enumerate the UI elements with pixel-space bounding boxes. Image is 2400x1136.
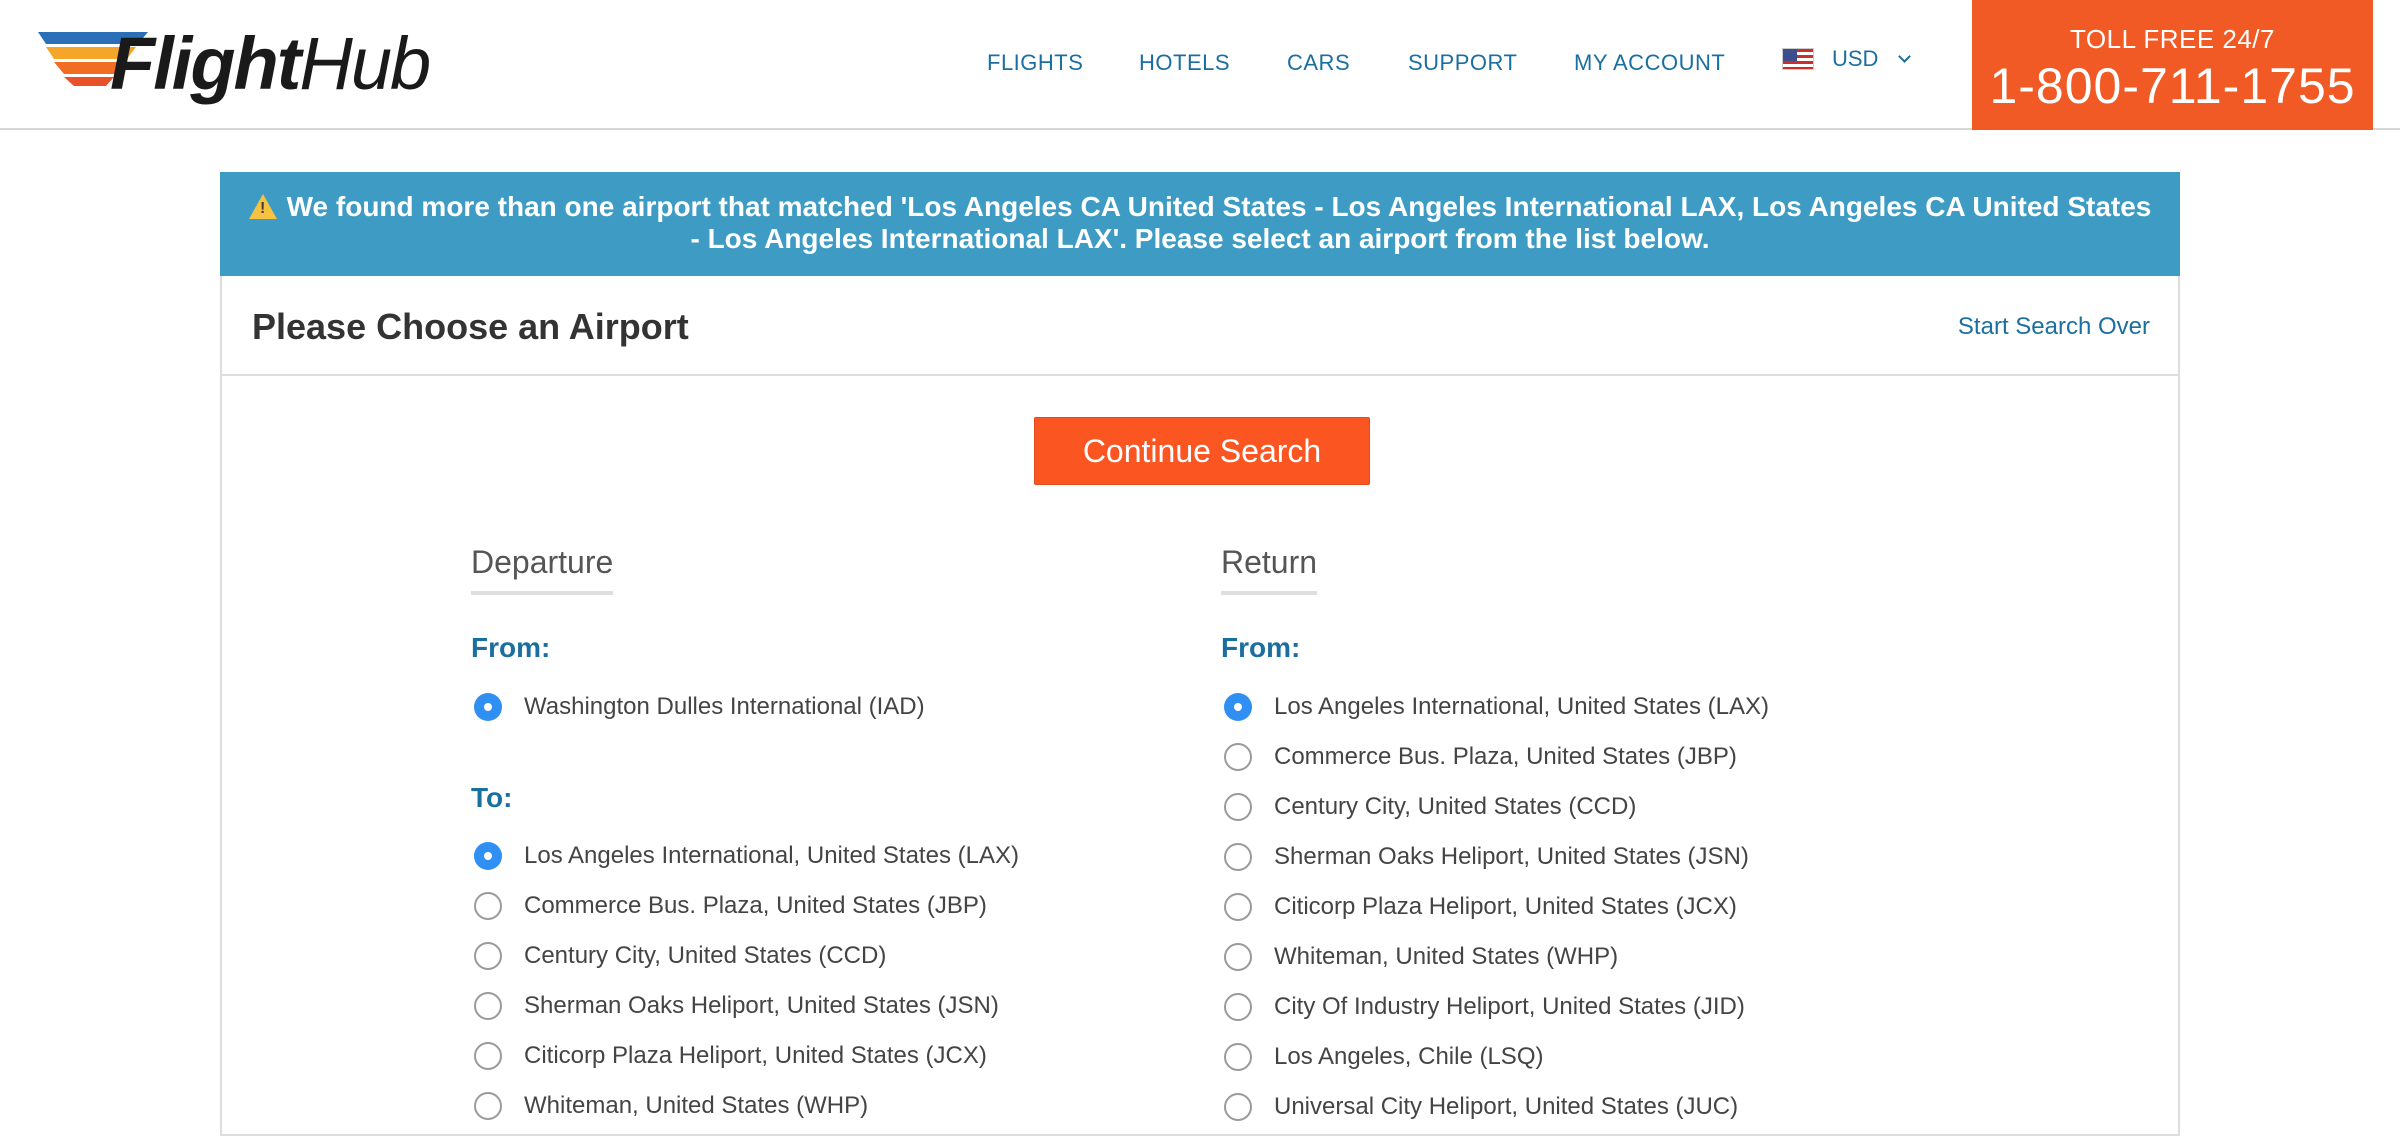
radio-unselected[interactable] xyxy=(1224,843,1252,871)
nav-cars[interactable]: CARS xyxy=(1287,50,1350,76)
return-from-option[interactable]: Whiteman, United States (WHP) xyxy=(1224,943,1618,971)
phone-number: 1-800-711-1755 xyxy=(1989,58,2356,114)
card-header: Please Choose an Airport Start Search Ov… xyxy=(222,276,2178,376)
return-from-option[interactable]: City Of Industry Heliport, United States… xyxy=(1224,993,1745,1021)
departure-to-option[interactable]: Los Angeles International, United States… xyxy=(474,842,1019,870)
departure-to-option[interactable]: Century City, United States (CCD) xyxy=(474,942,886,970)
toll-free-label: TOLL FREE 24/7 xyxy=(2070,24,2275,54)
radio-unselected[interactable] xyxy=(1224,993,1252,1021)
departure-from-option[interactable]: Washington Dulles International (IAD) xyxy=(474,693,925,721)
radio-unselected[interactable] xyxy=(1224,1093,1252,1121)
radio-unselected[interactable] xyxy=(474,1042,502,1070)
radio-unselected[interactable] xyxy=(474,942,502,970)
departure-to-label: To: xyxy=(471,782,513,813)
alert-line-2: - Los Angeles International LAX'. Please… xyxy=(690,223,1710,254)
nav-flights[interactable]: FLIGHTS xyxy=(987,50,1083,76)
start-search-over-link[interactable]: Start Search Over xyxy=(1958,313,2150,341)
radio-unselected[interactable] xyxy=(474,992,502,1020)
return-from-option-label: Universal City Heliport, United States (… xyxy=(1274,1093,1739,1120)
return-heading: Return xyxy=(1221,544,1318,595)
us-flag-icon xyxy=(1782,48,1814,70)
toll-free-phone-box[interactable]: TOLL FREE 24/7 1-800-711-1755 xyxy=(1972,0,2373,130)
departure-from-label: From: xyxy=(471,632,551,663)
return-from-option-label: Los Angeles, Chile (LSQ) xyxy=(1274,1043,1544,1070)
departure-from-option-label: Washington Dulles International (IAD) xyxy=(524,693,925,720)
return-from-option[interactable]: Century City, United States (CCD) xyxy=(1224,793,1636,821)
nav-my-account[interactable]: MY ACCOUNT xyxy=(1574,50,1725,76)
departure-to-option-label: Los Angeles International, United States… xyxy=(524,842,1019,869)
departure-to-option-label: Century City, United States (CCD) xyxy=(524,942,887,969)
return-from-option[interactable]: Los Angeles, Chile (LSQ) xyxy=(1224,1043,1543,1071)
radio-unselected[interactable] xyxy=(474,1092,502,1120)
radio-unselected[interactable] xyxy=(1224,943,1252,971)
return-from-option-label: Los Angeles International, United States… xyxy=(1274,693,1769,720)
alert-line-1: ! We found more than one airport that mat… xyxy=(220,191,2180,223)
nav-hotels[interactable]: HOTELS xyxy=(1139,50,1230,76)
departure-to-option-label: Commerce Bus. Plaza, United States (JBP) xyxy=(524,892,987,919)
return-from-label: From: xyxy=(1221,632,1301,663)
return-from-option[interactable]: Commerce Bus. Plaza, United States (JBP) xyxy=(1224,743,1737,771)
radio-selected[interactable] xyxy=(1224,693,1252,721)
return-from-option[interactable]: Sherman Oaks Heliport, United States (JS… xyxy=(1224,843,1749,871)
nav-support[interactable]: SUPPORT xyxy=(1408,50,1517,76)
return-from-option[interactable]: Universal City Heliport, United States (… xyxy=(1224,1093,1738,1121)
radio-selected[interactable] xyxy=(474,693,502,721)
choose-airport-card: Please Choose an Airport Start Search Ov… xyxy=(220,276,2180,1136)
return-from-option-label: City Of Industry Heliport, United States… xyxy=(1274,993,1745,1020)
radio-unselected[interactable] xyxy=(1224,743,1252,771)
return-from-option-label: Whiteman, United States (WHP) xyxy=(1274,943,1619,970)
departure-to-option[interactable]: Commerce Bus. Plaza, United States (JBP) xyxy=(474,892,987,920)
departure-heading: Departure xyxy=(471,544,614,595)
radio-selected[interactable] xyxy=(474,842,502,870)
return-from-option-label: Commerce Bus. Plaza, United States (JBP) xyxy=(1274,743,1737,770)
return-from-option[interactable]: Citicorp Plaza Heliport, United States (… xyxy=(1224,893,1737,921)
radio-unselected[interactable] xyxy=(1224,793,1252,821)
alert-text-1: We found more than one airport that matc… xyxy=(286,191,2152,222)
departure-to-option-label: Sherman Oaks Heliport, United States (JS… xyxy=(524,992,999,1019)
departure-to-option-label: Citicorp Plaza Heliport, United States (… xyxy=(524,1042,987,1069)
warning-icon: ! xyxy=(248,194,277,219)
radio-unselected[interactable] xyxy=(474,892,502,920)
return-from-option-label: Century City, United States (CCD) xyxy=(1274,793,1637,820)
airport-match-alert: ! We found more than one airport that mat… xyxy=(220,172,2180,276)
site-header: FlightHub FLIGHTS HOTELS CARS SUPPORT MY… xyxy=(0,0,2400,130)
departure-to-option[interactable]: Whiteman, United States (WHP) xyxy=(474,1092,868,1120)
currency-code: USD xyxy=(1832,46,1879,71)
radio-unselected[interactable] xyxy=(1224,1043,1252,1071)
return-from-option-label: Citicorp Plaza Heliport, United States (… xyxy=(1274,893,1737,920)
return-from-option-label: Sherman Oaks Heliport, United States (JS… xyxy=(1274,843,1749,870)
departure-to-option[interactable]: Citicorp Plaza Heliport, United States (… xyxy=(474,1042,987,1070)
departure-to-option-label: Whiteman, United States (WHP) xyxy=(524,1092,869,1119)
radio-unselected[interactable] xyxy=(1224,893,1252,921)
chevron-down-icon xyxy=(1898,49,1912,63)
departure-to-option[interactable]: Sherman Oaks Heliport, United States (JS… xyxy=(474,992,999,1020)
currency-selector[interactable]: USD xyxy=(1782,46,1912,72)
return-from-option[interactable]: Los Angeles International, United States… xyxy=(1224,693,1769,721)
continue-search-button[interactable]: Continue Search xyxy=(1034,417,1370,485)
page-title: Please Choose an Airport xyxy=(252,306,689,347)
logo-wordmark: FlightHub xyxy=(110,22,431,105)
flighthub-logo[interactable]: FlightHub xyxy=(38,24,431,104)
